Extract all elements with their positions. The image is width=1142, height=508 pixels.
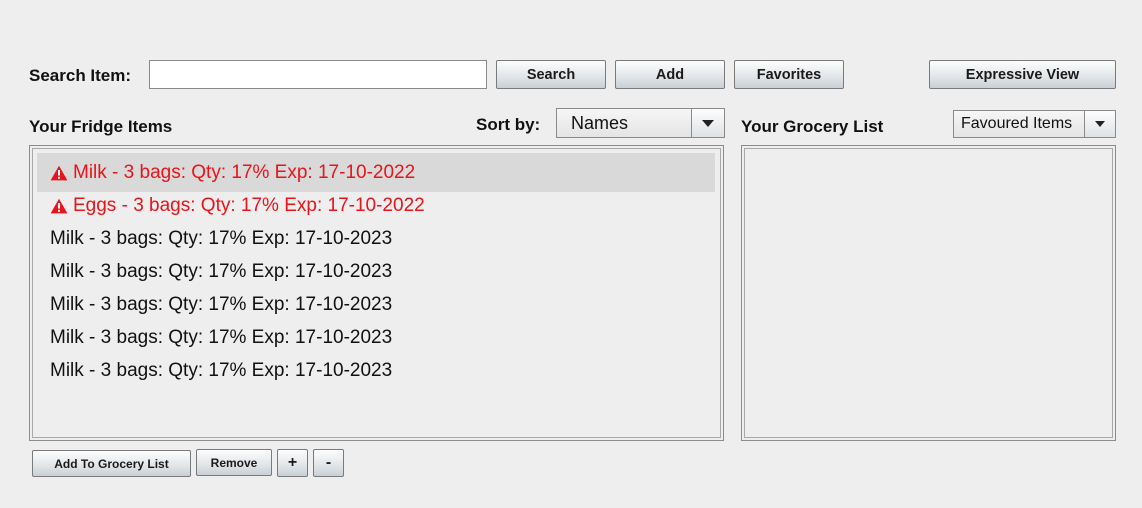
- grocery-list-title: Your Grocery List: [741, 117, 884, 136]
- list-item-label: Milk - 3 bags: Qty: 17% Exp: 17-10-2023: [50, 260, 393, 282]
- list-item-label: Milk - 3 bags: Qty: 17% Exp: 17-10-2022: [73, 161, 416, 183]
- list-item-label: Eggs - 3 bags: Qty: 17% Exp: 17-10-2022: [73, 194, 425, 216]
- chevron-down-icon[interactable]: [1084, 111, 1115, 137]
- warning-triangle-icon: [50, 165, 68, 180]
- search-input[interactable]: [149, 60, 487, 89]
- add-to-grocery-list-button[interactable]: Add To Grocery List: [32, 450, 191, 477]
- increment-button[interactable]: +: [277, 449, 308, 477]
- list-item-label: Milk - 3 bags: Qty: 17% Exp: 17-10-2023: [50, 359, 393, 381]
- list-item-label: Milk - 3 bags: Qty: 17% Exp: 17-10-2023: [50, 227, 393, 249]
- list-item[interactable]: Milk - 3 bags: Qty: 17% Exp: 17-10-2023: [37, 351, 715, 390]
- fridge-items-title: Your Fridge Items: [29, 117, 173, 136]
- grocery-filter-dropdown[interactable]: Favoured Items: [953, 110, 1116, 138]
- decrement-button[interactable]: -: [313, 449, 344, 477]
- grocery-list-body: [744, 148, 1113, 438]
- sort-by-value: Names: [571, 112, 629, 133]
- search-button[interactable]: Search: [496, 60, 606, 89]
- list-item-label: Milk - 3 bags: Qty: 17% Exp: 17-10-2023: [50, 293, 393, 315]
- search-label: Search Item:: [29, 66, 132, 85]
- sort-by-dropdown[interactable]: Names: [556, 108, 725, 138]
- remove-button[interactable]: Remove: [196, 449, 272, 476]
- grocery-list[interactable]: [741, 145, 1116, 441]
- expressive-view-button[interactable]: Expressive View: [929, 60, 1116, 89]
- favorites-button[interactable]: Favorites: [734, 60, 844, 89]
- fridge-items-list[interactable]: Milk - 3 bags: Qty: 17% Exp: 17-10-2022 E…: [29, 145, 724, 441]
- warning-triangle-icon: [50, 198, 68, 213]
- add-button[interactable]: Add: [615, 60, 725, 89]
- app-window: Search Item: Search Add Favorites Expres…: [0, 0, 1142, 508]
- fridge-items-list-body: Milk - 3 bags: Qty: 17% Exp: 17-10-2022 E…: [32, 148, 721, 438]
- chevron-down-icon[interactable]: [691, 109, 724, 137]
- grocery-filter-value: Favoured Items: [961, 115, 1073, 132]
- list-item-label: Milk - 3 bags: Qty: 17% Exp: 17-10-2023: [50, 326, 393, 348]
- sort-by-label: Sort by:: [476, 115, 541, 134]
